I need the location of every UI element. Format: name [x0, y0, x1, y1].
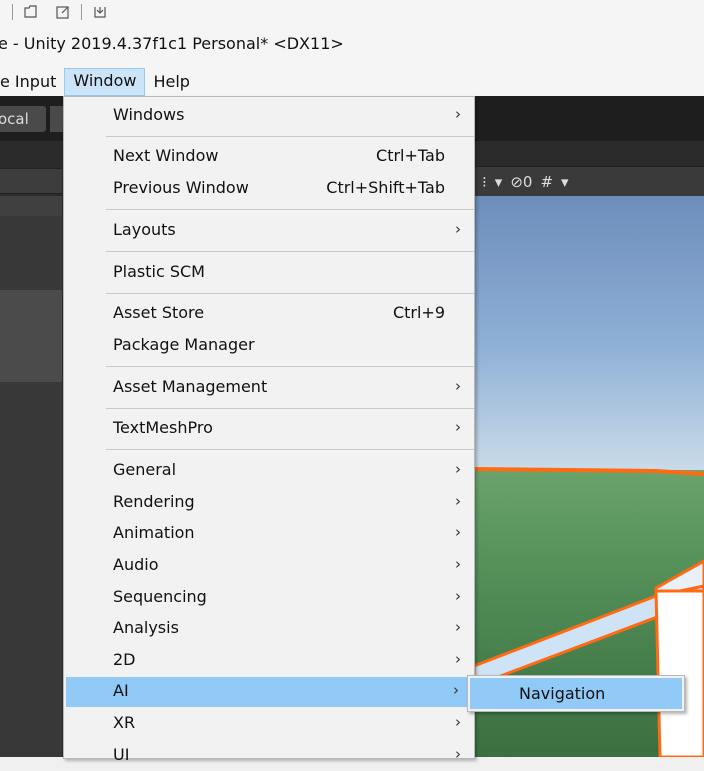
fx-toggle-icon[interactable]: ⁝ — [482, 173, 487, 191]
menu-item-label: Next Window — [113, 146, 219, 165]
menu-item-label: UI — [113, 745, 130, 764]
menu-item-label: 2D — [113, 650, 136, 669]
menu-item-sequencing[interactable]: Sequencing › — [64, 583, 474, 613]
menu-item-analysis[interactable]: Analysis › — [64, 614, 474, 644]
quick-access-toolbar — [0, 2, 122, 22]
menu-separator — [106, 449, 474, 450]
menu-item-rendering[interactable]: Rendering › — [64, 488, 474, 518]
menu-item-audio[interactable]: Audio › — [64, 551, 474, 581]
chevron-right-icon: › — [455, 523, 461, 541]
menu-item-label: TextMeshPro — [113, 418, 213, 437]
menu-item-navigation[interactable]: Navigation — [470, 678, 682, 709]
chevron-right-icon: › — [455, 105, 461, 123]
menu-item-label: Asset Store — [113, 303, 205, 322]
grid-icon[interactable]: # — [540, 173, 553, 191]
menu-separator — [106, 209, 474, 210]
chevron-right-icon: › — [453, 681, 459, 699]
menu-separator — [106, 136, 474, 137]
menu-item-next-window[interactable]: Next Window Ctrl+Tab — [64, 142, 474, 172]
menu-separator — [106, 251, 474, 252]
scene-view[interactable] — [474, 196, 704, 757]
menu-item-label: Audio — [113, 555, 159, 574]
toolbar-divider — [81, 4, 82, 20]
ai-submenu: Navigation — [467, 675, 685, 712]
window-chrome: e - Unity 2019.4.37f1c1 Personal* <DX11>… — [0, 0, 704, 96]
hierarchy-header — [0, 168, 62, 194]
window-menu-dropdown: Windows › Next Window Ctrl+Tab Previous … — [63, 96, 475, 764]
chevron-right-icon: › — [455, 650, 461, 668]
menu-item-shortcut: Ctrl+Tab — [376, 146, 445, 165]
visibility-icon[interactable]: ⊘ — [510, 173, 523, 191]
chevron-right-icon: › — [455, 587, 461, 605]
menu-separator — [106, 408, 474, 409]
menu-item-label: Asset Management — [113, 377, 268, 396]
chevron-right-icon: › — [455, 745, 461, 763]
window-title: e - Unity 2019.4.37f1c1 Personal* <DX11> — [0, 34, 344, 53]
menu-item-label: General — [113, 460, 177, 479]
menu-item-label: Previous Window — [113, 178, 249, 197]
menu-item-textmeshpro[interactable]: TextMeshPro › — [64, 414, 474, 444]
scene-view-toolbar: ⁝ ▾ ⊘ 0 # ▾ — [474, 166, 704, 197]
dropdown-icon[interactable]: ▾ — [561, 173, 569, 191]
menu-item-shortcut: Ctrl+9 — [392, 303, 445, 322]
chevron-right-icon: › — [455, 618, 461, 636]
menu-item-label: AI — [113, 681, 129, 700]
chevron-right-icon: › — [455, 220, 461, 238]
menu-item-label: Animation — [113, 523, 195, 542]
menu-item-asset-management[interactable]: Asset Management › — [64, 373, 474, 403]
navmesh-overlay — [474, 467, 704, 757]
menu-item-label: Analysis — [113, 618, 179, 637]
dropdown-icon[interactable]: ▾ — [495, 173, 503, 191]
menu-separator — [106, 366, 474, 367]
menu-item-plastic-scm[interactable]: Plastic SCM — [64, 258, 474, 288]
menu-item-label: Layouts — [113, 220, 176, 239]
menu-item-label: Plastic SCM — [113, 262, 205, 281]
pivot-local-button[interactable]: ocal — [0, 106, 46, 132]
chevron-right-icon: › — [455, 492, 461, 510]
chevron-right-icon: › — [455, 555, 461, 573]
menu-item-xr[interactable]: XR › — [64, 709, 474, 739]
menu-help[interactable]: Help — [145, 69, 197, 95]
local-label: ocal — [0, 110, 29, 128]
hidden-count: 0 — [522, 173, 533, 191]
menu-item-general[interactable]: General › — [64, 456, 474, 486]
menu-item-animation[interactable]: Animation › — [64, 519, 474, 549]
menu-item-previous-window[interactable]: Previous Window Ctrl+Shift+Tab — [64, 174, 474, 204]
menu-item-2d[interactable]: 2D › — [64, 646, 474, 676]
menu-item-ai[interactable]: AI › — [66, 677, 472, 707]
hierarchy-selected-row[interactable] — [0, 290, 62, 382]
menu-input[interactable]: e Input — [0, 69, 64, 95]
menu-item-label: XR — [113, 713, 136, 732]
hierarchy-panel — [0, 216, 62, 290]
chevron-right-icon: › — [455, 418, 461, 436]
save-icon[interactable] — [90, 2, 110, 22]
menu-item-label: Sequencing — [113, 587, 207, 606]
chevron-right-icon: › — [455, 460, 461, 478]
toolbar-button[interactable] — [50, 106, 64, 132]
menu-item-label: Rendering — [113, 492, 195, 511]
menu-separator — [106, 293, 474, 294]
menu-item-shortcut: Ctrl+Shift+Tab — [326, 178, 445, 197]
menu-item-label: Windows — [113, 105, 185, 124]
menu-item-layouts[interactable]: Layouts › — [64, 216, 474, 246]
folder-icon[interactable] — [21, 2, 41, 22]
menu-bar: e Input Window Help — [0, 68, 198, 96]
chevron-right-icon: › — [455, 713, 461, 731]
hierarchy-panel-lower — [0, 382, 62, 757]
menu-item-label: Navigation — [519, 684, 606, 703]
menu-item-package-manager[interactable]: Package Manager — [64, 331, 474, 361]
menu-item-windows[interactable]: Windows › — [64, 101, 474, 131]
menu-window[interactable]: Window — [64, 68, 146, 96]
toolbar-divider — [12, 4, 13, 20]
menu-item-label: Package Manager — [113, 335, 255, 354]
menu-item-ui[interactable]: UI › — [64, 741, 474, 771]
edit-icon[interactable] — [53, 2, 73, 22]
menu-item-asset-store[interactable]: Asset Store Ctrl+9 — [64, 299, 474, 329]
hierarchy-search-bar[interactable] — [0, 196, 62, 216]
chevron-right-icon: › — [455, 377, 461, 395]
